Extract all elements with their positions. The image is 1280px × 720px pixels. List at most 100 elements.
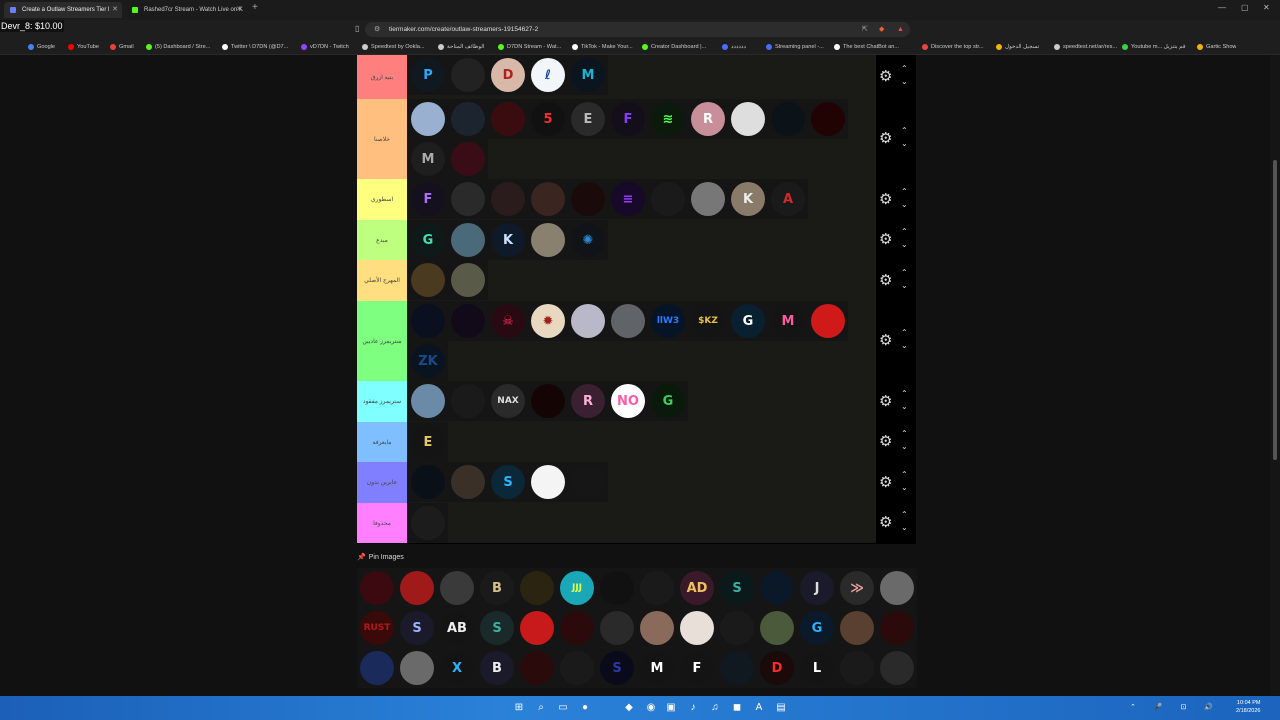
tier-label[interactable]: بنيه ازرق — [357, 55, 407, 99]
move-up-icon[interactable]: ⌃ — [901, 65, 908, 73]
bookmark-item[interactable]: Twitter \ D7DN (@D7... — [222, 40, 288, 54]
tier-items[interactable] — [408, 260, 876, 301]
streamer-image[interactable]: B — [477, 648, 517, 688]
move-down-icon[interactable]: ⌄ — [901, 241, 908, 249]
streamer-image[interactable]: D — [757, 648, 797, 688]
streamer-image[interactable]: ≡ — [608, 179, 648, 219]
bookmark-item[interactable]: YouTube — [68, 40, 99, 54]
streamer-image[interactable] — [408, 99, 448, 139]
streamer-image[interactable]: E — [408, 422, 448, 462]
tier-items[interactable]: 5 E F ≋ R M — [408, 99, 876, 179]
bookmark-item[interactable]: Speedtest by Ookla... — [362, 40, 424, 54]
move-down-icon[interactable]: ⌄ — [901, 483, 908, 492]
move-down-icon[interactable]: ⌄ — [901, 342, 908, 350]
streamer-image[interactable]: NO — [608, 381, 648, 421]
streamer-image[interactable] — [408, 462, 448, 502]
tier-label[interactable]: مايعرفه — [357, 422, 407, 462]
streamer-image[interactable]: ✺ — [568, 220, 608, 260]
gear-icon[interactable]: ⚙ — [879, 513, 892, 531]
streamer-image[interactable]: M — [637, 648, 677, 688]
streamer-image[interactable]: E — [568, 99, 608, 139]
taskbar-app-icon[interactable]: ♪ — [686, 701, 700, 715]
taskbar-app-icon[interactable]: ▤ — [774, 701, 788, 715]
streamer-image[interactable]: A — [768, 179, 808, 219]
streamer-image[interactable]: G — [648, 381, 688, 421]
streamer-image[interactable]: ☠ — [488, 301, 528, 341]
streamer-image[interactable] — [517, 568, 557, 608]
streamer-image[interactable]: P — [408, 55, 448, 95]
streamer-image[interactable]: F — [608, 99, 648, 139]
streamer-image[interactable]: ✹ — [528, 301, 568, 341]
streamer-image[interactable] — [397, 648, 437, 688]
streamer-image[interactable]: ℓ — [528, 55, 568, 95]
tier-label[interactable]: محذوفا — [357, 503, 407, 543]
streamer-image[interactable] — [568, 179, 608, 219]
streamer-image[interactable] — [637, 608, 677, 648]
move-up-icon[interactable]: ⌃ — [901, 329, 908, 337]
move-down-icon[interactable]: ⌄ — [901, 402, 908, 411]
move-down-icon[interactable]: ⌄ — [901, 200, 908, 209]
taskbar-clock[interactable]: 10:04 PM 2/18/2026 — [1236, 699, 1260, 715]
bookmark-item[interactable]: Gartic Show — [1197, 40, 1236, 54]
streamer-image[interactable] — [448, 381, 488, 421]
bookmark-item[interactable]: Streaming panel -... — [766, 40, 824, 54]
streamer-image[interactable]: J — [797, 568, 837, 608]
gear-icon[interactable]: ⚙ — [879, 392, 892, 410]
tier-items[interactable]: G K ✺ — [408, 220, 876, 260]
taskbar-app-icon[interactable]: ♫ — [708, 701, 722, 715]
share-icon[interactable]: ⇱ — [862, 22, 868, 37]
bookmark-item[interactable]: Creator Dashboard |... — [642, 40, 706, 54]
streamer-image[interactable]: ≫ — [837, 568, 877, 608]
streamer-image[interactable] — [648, 179, 688, 219]
bookmark-item[interactable]: Youtube m... قم بتنزيل — [1122, 40, 1186, 54]
streamer-image[interactable] — [488, 99, 528, 139]
streamer-image[interactable] — [877, 648, 917, 688]
rewards-icon[interactable]: ▲ — [897, 22, 904, 37]
streamer-image[interactable]: ZK — [408, 341, 448, 381]
tier-label[interactable]: اسطوري — [357, 179, 407, 220]
scrollbar-thumb[interactable] — [1273, 160, 1277, 460]
gear-icon[interactable]: ⚙ — [879, 432, 892, 450]
streamer-image[interactable] — [768, 99, 808, 139]
move-up-icon[interactable]: ⌃ — [901, 389, 908, 398]
bookmark-item[interactable]: The best ChatBot an... — [834, 40, 899, 54]
taskbar-app-icon[interactable]: ◉ — [644, 701, 658, 715]
streamer-image[interactable] — [437, 568, 477, 608]
streamer-image[interactable] — [488, 179, 528, 219]
bookmark-item[interactable]: TikTok - Make Your... — [572, 40, 633, 54]
streamer-image[interactable] — [408, 301, 448, 341]
streamer-image[interactable] — [528, 220, 568, 260]
tab-close-icon[interactable]: ✕ — [236, 2, 242, 18]
move-up-icon[interactable]: ⌃ — [901, 470, 908, 479]
streamer-image[interactable]: RUST — [357, 608, 397, 648]
streamer-image[interactable] — [557, 648, 597, 688]
streamer-image[interactable]: NAX — [488, 381, 528, 421]
streamer-image[interactable] — [677, 608, 717, 648]
streamer-image[interactable]: $KZ — [688, 301, 728, 341]
streamer-image[interactable]: 5 — [528, 99, 568, 139]
streamer-image[interactable]: M — [768, 301, 808, 341]
browser-tab[interactable]: Rashed7cr Stream - Watch Live on K ✕ — [126, 2, 246, 18]
gear-icon[interactable]: ⚙ — [879, 473, 892, 491]
streamer-image[interactable] — [448, 99, 488, 139]
bookmark-item[interactable]: Gmail — [110, 40, 134, 54]
streamer-image[interactable] — [517, 648, 557, 688]
tier-items[interactable]: P DℓM — [408, 55, 876, 99]
tier-items[interactable]: E — [408, 422, 876, 462]
streamer-image[interactable] — [808, 99, 848, 139]
gear-icon[interactable]: ⚙ — [879, 190, 892, 208]
move-up-icon[interactable]: ⌃ — [901, 430, 908, 438]
move-up-icon[interactable]: ⌃ — [901, 268, 908, 277]
streamer-image[interactable]: M — [568, 55, 608, 95]
taskbar-app-icon[interactable]: A — [752, 701, 766, 715]
streamer-image[interactable] — [408, 260, 448, 300]
streamer-image[interactable]: S — [488, 462, 528, 502]
bookmark-item[interactable]: speedtest.net/ar/res... — [1054, 40, 1117, 54]
streamer-image[interactable] — [528, 381, 568, 421]
streamer-image[interactable]: S — [397, 608, 437, 648]
tier-label[interactable]: خلاصنا — [357, 99, 407, 179]
brave-shield-icon[interactable]: ◆ — [879, 22, 884, 37]
streamer-image[interactable] — [808, 301, 848, 341]
tab-close-icon[interactable]: ✕ — [112, 2, 118, 18]
streamer-image[interactable] — [757, 608, 797, 648]
